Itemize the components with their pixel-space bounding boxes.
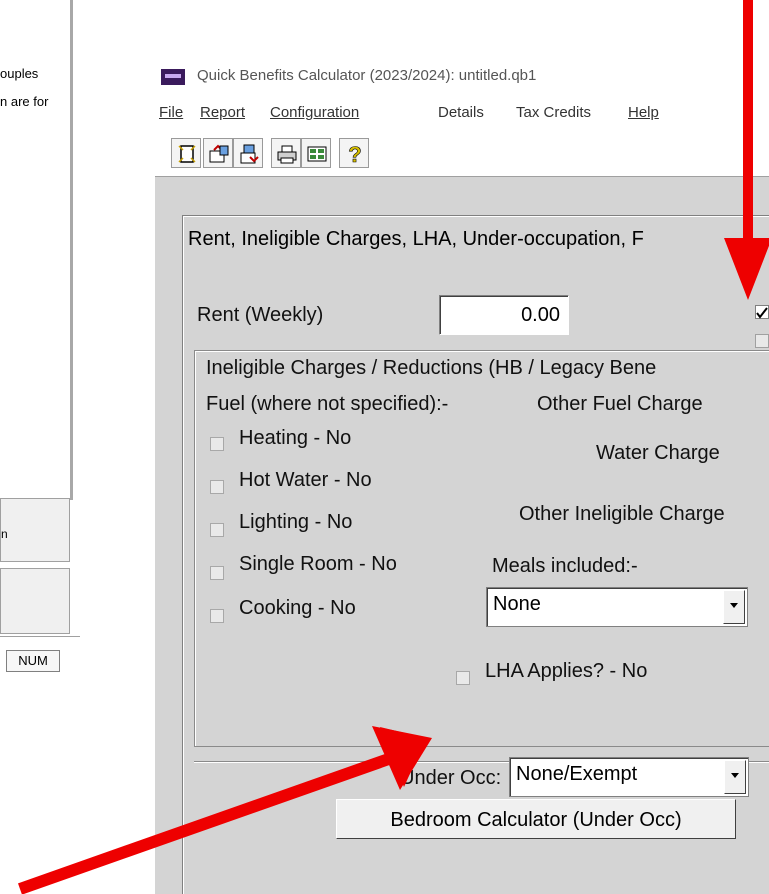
- hot-water-checkbox[interactable]: [210, 480, 224, 494]
- cooking-label: Cooking - No: [239, 597, 356, 619]
- chevron-down-icon[interactable]: [723, 590, 745, 624]
- lha-applies-label: LHA Applies? - No: [485, 660, 648, 682]
- rent-group-title: Rent, Ineligible Charges, LHA, Under-occ…: [188, 228, 644, 251]
- heating-label: Heating - No: [239, 427, 352, 449]
- under-occ-select[interactable]: None/Exempt: [509, 757, 749, 797]
- background-button-2[interactable]: [0, 568, 70, 634]
- help-glyph: ?: [348, 143, 361, 165]
- background-window: ouples n are for n NUM: [0, 0, 80, 672]
- menu-help[interactable]: Help: [628, 104, 659, 121]
- lha-applies-checkbox[interactable]: [456, 671, 470, 685]
- menu-file[interactable]: File: [159, 104, 183, 121]
- other-fuel-charge-label: Other Fuel Charge: [537, 393, 703, 415]
- toolbar: ?: [155, 134, 769, 174]
- save-icon[interactable]: [233, 138, 263, 168]
- menu-configuration-label: Configuration: [270, 104, 360, 121]
- calculator-icon[interactable]: [301, 138, 331, 168]
- cooking-checkbox[interactable]: [210, 609, 224, 623]
- bedroom-calculator-button[interactable]: Bedroom Calculator (Under Occ): [336, 799, 736, 839]
- new-document-icon[interactable]: [171, 138, 201, 168]
- menu-tax-credits-label: Tax Credits: [516, 104, 592, 121]
- background-status-bar: [0, 636, 80, 651]
- checkmark-icon: [756, 307, 768, 319]
- window-title: Quick Benefits Calculator (2023/2024): u…: [197, 67, 537, 84]
- num-lock-indicator: NUM: [6, 650, 60, 672]
- lighting-checkbox[interactable]: [210, 523, 224, 537]
- rent-weekly-input[interactable]: 0.00: [439, 295, 569, 335]
- open-icon[interactable]: [203, 138, 233, 168]
- menu-report-label: Report: [200, 104, 246, 121]
- chevron-down-icon[interactable]: [724, 760, 746, 794]
- water-charge-label: Water Charge: [596, 442, 720, 464]
- single-room-checkbox[interactable]: [210, 566, 224, 580]
- heating-checkbox[interactable]: [210, 437, 224, 451]
- rent-option-checkbox-checked[interactable]: [755, 305, 769, 319]
- background-window-edge: [70, 0, 73, 500]
- ineligible-title: Ineligible Charges / Reductions (HB / Le…: [206, 357, 657, 379]
- menu-file-label: File: [159, 104, 184, 121]
- background-button-1[interactable]: n: [0, 498, 70, 562]
- menu-help-label: Help: [628, 104, 659, 121]
- single-room-label: Single Room - No: [239, 553, 397, 575]
- menu-details[interactable]: Details: [438, 104, 484, 121]
- under-occ-label: Under Occ:: [400, 767, 502, 789]
- meals-included-select[interactable]: None: [486, 587, 748, 627]
- rent-option-checkbox[interactable]: [755, 334, 769, 348]
- fuel-label: Fuel (where not specified):-: [206, 393, 449, 415]
- menu-report[interactable]: Report: [200, 104, 245, 121]
- meals-included-label: Meals included:-: [492, 555, 638, 577]
- other-ineligible-charge-label: Other Ineligible Charge: [519, 503, 725, 525]
- hot-water-label: Hot Water - No: [239, 469, 372, 491]
- menu-details-label: Details: [438, 104, 484, 121]
- menu-configuration[interactable]: Configuration: [270, 104, 359, 121]
- menu-tax-credits[interactable]: Tax Credits: [516, 104, 591, 121]
- app-logo-icon: [161, 69, 185, 85]
- under-occ-value: None/Exempt: [516, 763, 638, 785]
- background-text-line-1: ouples: [0, 66, 39, 81]
- title-bar: Quick Benefits Calculator (2023/2024): u…: [155, 56, 769, 98]
- app-window: Quick Benefits Calculator (2023/2024): u…: [155, 56, 769, 894]
- menu-bar: File Report Configuration Details Tax Cr…: [155, 104, 769, 126]
- background-text-line-2: n are for: [0, 94, 49, 109]
- help-icon[interactable]: ?: [339, 138, 369, 168]
- lighting-label: Lighting - No: [239, 511, 353, 533]
- rent-label: Rent (Weekly): [197, 304, 324, 326]
- background-button-1-label: n: [1, 527, 8, 541]
- print-icon[interactable]: [271, 138, 301, 168]
- meals-included-value: None: [493, 593, 541, 615]
- form-panel: Rent, Ineligible Charges, LHA, Under-occ…: [155, 176, 769, 894]
